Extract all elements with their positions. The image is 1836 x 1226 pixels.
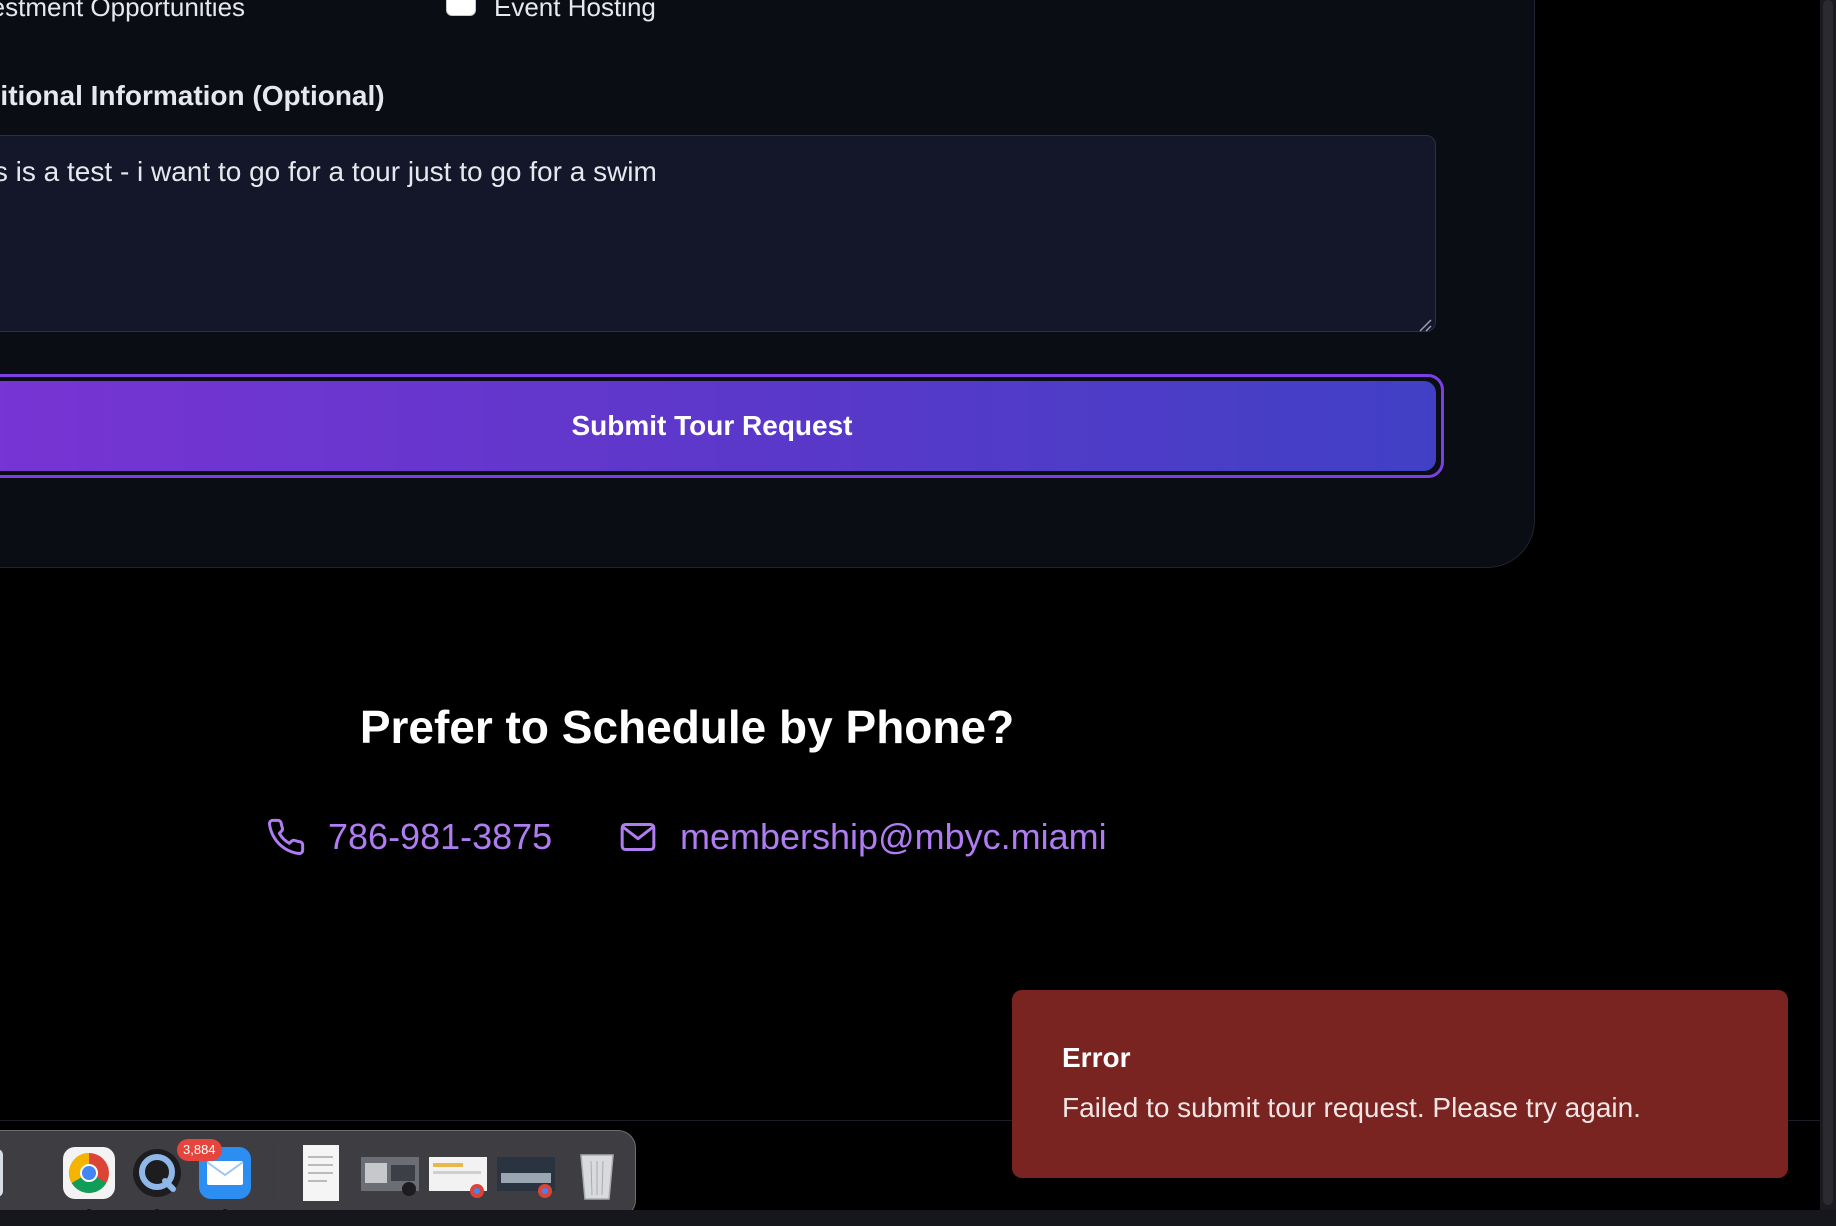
- schedule-by-phone-heading: Prefer to Schedule by Phone?: [359, 701, 1015, 753]
- checkbox-event-label[interactable]: Event Hosting: [494, 0, 656, 22]
- scrollbar-thumb[interactable]: [1823, 0, 1833, 1205]
- page: Investment Opportunities Event Hosting A…: [0, 0, 1820, 1218]
- window-bottom-edge: [0, 1210, 1836, 1226]
- dock: 3,884: [0, 1130, 636, 1218]
- checkbox-event-hosting[interactable]: [446, 0, 476, 16]
- error-toast[interactable]: Error Failed to submit tour request. Ple…: [1012, 990, 1788, 1178]
- toast-title: Error: [1062, 1042, 1131, 1073]
- document-icon[interactable]: [293, 1143, 349, 1203]
- phone-link[interactable]: 786-981-3875: [328, 816, 552, 858]
- dock-separator: [273, 1143, 275, 1203]
- additional-info-textarea[interactable]: This is a test - i want to go for a tour…: [0, 135, 1436, 332]
- photo-preview-icon[interactable]: [359, 1143, 421, 1203]
- mail-icon: [618, 817, 658, 857]
- chrome-icon[interactable]: [61, 1143, 117, 1203]
- chrome-window-icon[interactable]: [495, 1143, 557, 1203]
- submit-tour-request-button[interactable]: Submit Tour Request: [0, 381, 1436, 471]
- additional-info-label: Additional Information (Optional): [0, 80, 385, 111]
- chrome-window-icon[interactable]: [427, 1143, 489, 1203]
- dock-separator: [39, 1143, 41, 1203]
- finder-icon[interactable]: [0, 1143, 25, 1203]
- phone-contact[interactable]: 786-981-3875: [266, 812, 552, 862]
- phone-icon: [266, 817, 306, 857]
- trash-icon[interactable]: [569, 1143, 625, 1203]
- email-contact[interactable]: membership@mbyc.miami: [618, 812, 1107, 862]
- checkbox-investment-label[interactable]: Investment Opportunities: [0, 0, 245, 22]
- toast-message: Failed to submit tour request. Please tr…: [1062, 1092, 1641, 1123]
- mail-unread-badge: 3,884: [177, 1139, 222, 1161]
- email-link[interactable]: membership@mbyc.miami: [680, 816, 1107, 858]
- resize-grip-icon[interactable]: [1418, 318, 1432, 332]
- additional-info-value: This is a test - i want to go for a tour…: [0, 156, 657, 187]
